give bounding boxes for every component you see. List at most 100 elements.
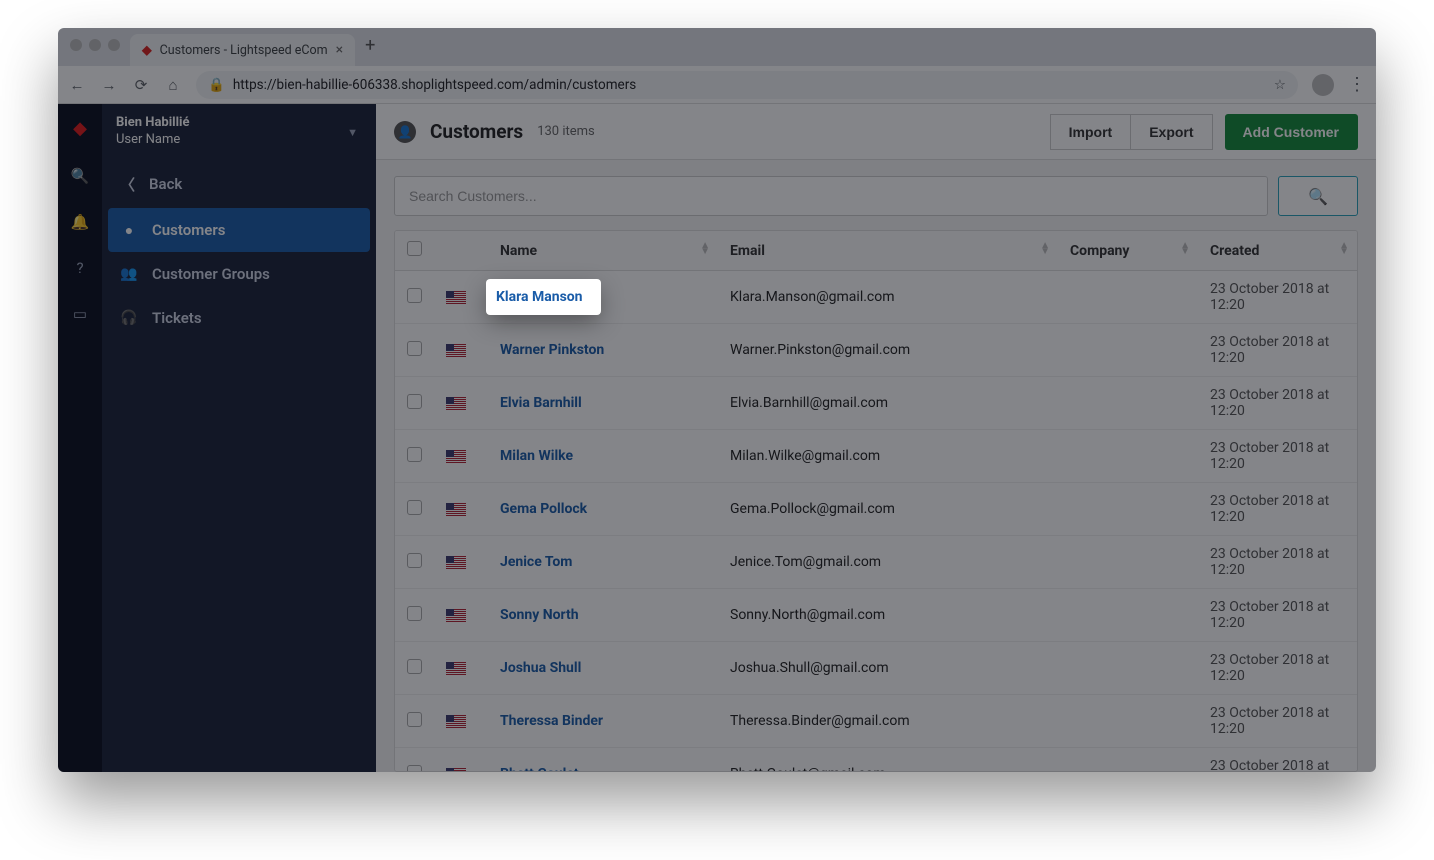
- search-icon[interactable]: 🔍: [71, 167, 90, 185]
- row-created: 23 October 2018 at 12:20: [1198, 377, 1357, 430]
- customer-name-link[interactable]: Gema Pollock: [500, 501, 587, 517]
- row-company: [1058, 324, 1198, 377]
- column-company[interactable]: Company▲▼: [1058, 231, 1198, 271]
- customer-name-link[interactable]: Klara Manson: [496, 289, 583, 305]
- address-bar[interactable]: 🔒 https://bien-habillie-606338.shoplight…: [196, 71, 1298, 99]
- sidebar-item-label: Customers: [152, 221, 225, 239]
- sidebar-item-tickets[interactable]: 🎧 Tickets: [102, 296, 376, 340]
- row-company: [1058, 695, 1198, 748]
- row-flag: [434, 483, 488, 536]
- new-tab-button[interactable]: +: [365, 35, 375, 56]
- row-created: 23 October 2018 at 12:20: [1198, 748, 1357, 773]
- minimize-window-icon[interactable]: [89, 39, 101, 51]
- card-icon[interactable]: ▭: [73, 305, 87, 323]
- row-email: Milan.Wilke@gmail.com: [718, 430, 1058, 483]
- sidebar-item-label: Tickets: [152, 309, 202, 327]
- row-flag: [434, 642, 488, 695]
- row-checkbox[interactable]: [395, 536, 434, 589]
- us-flag-icon: [446, 450, 466, 463]
- browser-tab[interactable]: ◆ Customers - Lightspeed eCom ×: [130, 34, 355, 66]
- add-customer-button[interactable]: Add Customer: [1225, 114, 1358, 150]
- headset-icon: 🎧: [120, 310, 138, 326]
- checkbox-icon: [407, 606, 422, 621]
- main-panel: 👤 Customers 130 items Import Export Add …: [376, 104, 1376, 772]
- select-all-header[interactable]: [395, 231, 434, 271]
- profile-avatar-icon[interactable]: [1312, 74, 1334, 96]
- table-row: Milan WilkeMilan.Wilke@gmail.com23 Octob…: [395, 430, 1357, 483]
- close-window-icon[interactable]: [70, 39, 82, 51]
- sidebar-item-customer-groups[interactable]: 👥 Customer Groups: [102, 252, 376, 296]
- row-checkbox[interactable]: [395, 324, 434, 377]
- row-created: 23 October 2018 at 12:20: [1198, 483, 1357, 536]
- customer-name-link[interactable]: Warner Pinkston: [500, 342, 604, 358]
- row-checkbox[interactable]: [395, 377, 434, 430]
- row-created: 23 October 2018 at 12:20: [1198, 324, 1357, 377]
- lock-icon: 🔒: [208, 77, 225, 93]
- sort-icon: ▲▼: [1040, 243, 1050, 255]
- store-switcher[interactable]: Bien Habillié User Name ▼: [102, 104, 376, 160]
- back-icon[interactable]: ←: [68, 76, 86, 94]
- user-name: User Name: [116, 132, 190, 149]
- row-email: Warner.Pinkston@gmail.com: [718, 324, 1058, 377]
- customer-name-link[interactable]: Joshua Shull: [500, 660, 581, 676]
- row-flag: [434, 271, 488, 324]
- browser-menu-icon[interactable]: ⋮: [1348, 74, 1366, 95]
- export-button[interactable]: Export: [1131, 114, 1212, 150]
- row-checkbox[interactable]: [395, 748, 434, 773]
- row-company: [1058, 536, 1198, 589]
- lightspeed-logo-icon[interactable]: ◆: [73, 118, 87, 139]
- row-checkbox[interactable]: [395, 642, 434, 695]
- search-button[interactable]: 🔍: [1278, 176, 1358, 216]
- table-row: Sonny NorthSonny.North@gmail.com23 Octob…: [395, 589, 1357, 642]
- row-checkbox[interactable]: [395, 483, 434, 536]
- help-icon[interactable]: ?: [76, 259, 83, 277]
- customer-name-link[interactable]: Theressa Binder: [500, 713, 603, 729]
- row-email: Sonny.North@gmail.com: [718, 589, 1058, 642]
- back-button[interactable]: 〈 Back: [102, 160, 376, 208]
- row-email: Rhett.Goulet@gmail.com: [718, 748, 1058, 773]
- customer-name-link[interactable]: Rhett Goulet: [500, 766, 579, 772]
- row-flag: [434, 695, 488, 748]
- row-email: Klara.Manson@gmail.com: [718, 271, 1058, 324]
- search-input[interactable]: [394, 176, 1268, 216]
- page-header: 👤 Customers 130 items Import Export Add …: [376, 104, 1376, 160]
- item-count: 130 items: [537, 124, 595, 139]
- row-flag: [434, 536, 488, 589]
- home-icon[interactable]: ⌂: [164, 76, 182, 94]
- column-name[interactable]: Name▲▼: [488, 231, 718, 271]
- row-name: Milan Wilke: [488, 430, 718, 483]
- row-created: 23 October 2018 at 12:20: [1198, 536, 1357, 589]
- row-email: Theressa.Binder@gmail.com: [718, 695, 1058, 748]
- checkbox-icon: [407, 765, 422, 773]
- row-name: Jenice Tom: [488, 536, 718, 589]
- row-checkbox[interactable]: [395, 589, 434, 642]
- checkbox-icon: [407, 394, 422, 409]
- row-created: 23 October 2018 at 12:20: [1198, 271, 1357, 324]
- search-bar: 🔍: [394, 176, 1358, 216]
- us-flag-icon: [446, 556, 466, 569]
- sidebar-item-customers[interactable]: ● Customers: [108, 208, 370, 252]
- import-button[interactable]: Import: [1050, 114, 1132, 150]
- forward-icon[interactable]: →: [100, 76, 118, 94]
- row-flag: [434, 324, 488, 377]
- customer-name-link[interactable]: Milan Wilke: [500, 448, 573, 464]
- row-checkbox[interactable]: [395, 271, 434, 324]
- browser-toolbar: ← → ⟳ ⌂ 🔒 https://bien-habillie-606338.s…: [58, 66, 1376, 104]
- star-icon[interactable]: ☆: [1274, 77, 1286, 93]
- reload-icon[interactable]: ⟳: [132, 76, 150, 94]
- bell-icon[interactable]: 🔔: [71, 213, 90, 231]
- customer-name-link[interactable]: Jenice Tom: [500, 554, 572, 570]
- row-checkbox[interactable]: [395, 430, 434, 483]
- back-label: Back: [149, 175, 182, 193]
- table-row: Jenice TomJenice.Tom@gmail.com23 October…: [395, 536, 1357, 589]
- close-tab-icon[interactable]: ×: [336, 42, 343, 58]
- app-body: ◆ 🔍 🔔 ? ▭ Bien Habillié User Name ▼ 〈 Ba…: [58, 104, 1376, 772]
- row-checkbox[interactable]: [395, 695, 434, 748]
- column-email[interactable]: Email▲▼: [718, 231, 1058, 271]
- customer-name-link[interactable]: Elvia Barnhill: [500, 395, 582, 411]
- maximize-window-icon[interactable]: [108, 39, 120, 51]
- checkbox-icon: [407, 341, 422, 356]
- column-created[interactable]: Created▲▼: [1198, 231, 1357, 271]
- sidebar: Bien Habillié User Name ▼ 〈 Back ● Custo…: [102, 104, 376, 772]
- customer-name-link[interactable]: Sonny North: [500, 607, 579, 623]
